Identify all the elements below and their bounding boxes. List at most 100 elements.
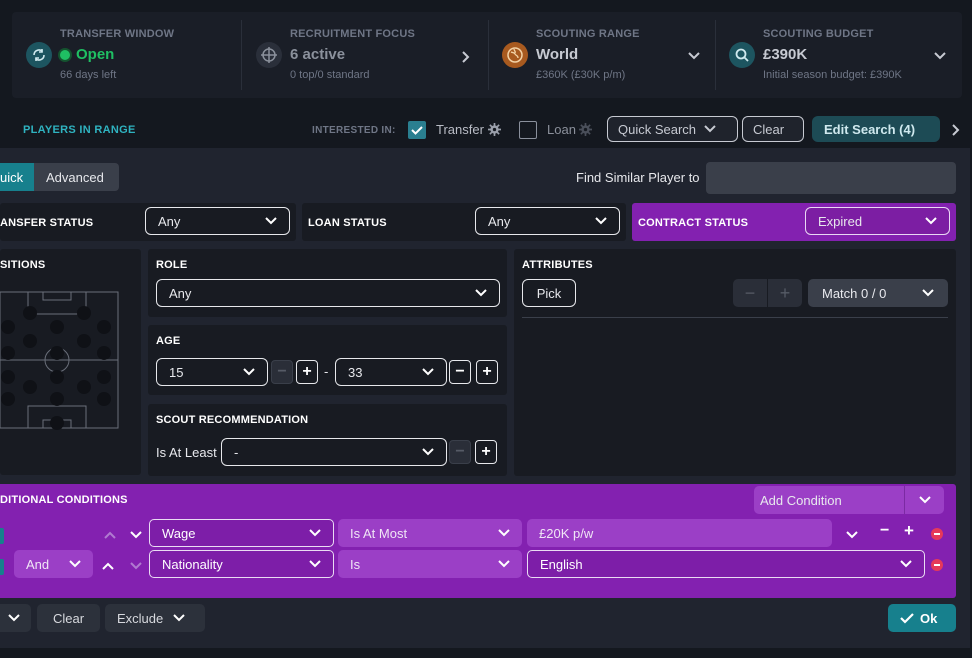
scouting-range-value: World — [536, 46, 579, 63]
transfer-status-select[interactable]: Any — [145, 207, 290, 235]
loan-checkbox-label[interactable]: Loan — [547, 122, 576, 137]
chevron-down-icon — [8, 614, 20, 622]
condition-value-select[interactable]: English — [527, 550, 925, 578]
chevron-down-icon — [704, 125, 716, 133]
condition-field-select[interactable]: Nationality — [149, 550, 334, 578]
quick-search-dropdown[interactable]: Quick Search — [607, 116, 738, 142]
age-min-select[interactable]: 15 — [156, 358, 268, 386]
additional-conditions-box: DITIONAL CONDITIONS Add Condition Wage I… — [0, 484, 956, 598]
move-down-icon[interactable] — [130, 531, 142, 539]
chevron-down-icon — [498, 560, 510, 568]
attributes-decrement-button[interactable]: − — [733, 279, 767, 307]
status-dot-icon — [60, 49, 70, 60]
footer-clear-button[interactable]: Clear — [37, 604, 100, 632]
role-label: ROLE — [156, 259, 188, 271]
age-max-value: 33 — [348, 364, 363, 380]
edit-search-button[interactable]: Edit Search (4) — [812, 116, 940, 142]
attributes-increment-button[interactable]: + — [768, 279, 802, 307]
age-max-decrement-button[interactable]: − — [449, 360, 471, 384]
age-min-decrement-button[interactable]: − — [271, 360, 293, 384]
scout-recommendation-increment-button[interactable]: + — [475, 440, 497, 464]
chevron-right-icon[interactable] — [950, 123, 960, 137]
chevron-down-icon — [309, 560, 321, 568]
remove-condition-icon[interactable] — [931, 528, 943, 540]
scouting-range-card[interactable]: SCOUTING RANGE World £360K (£30K p/m) — [488, 12, 714, 98]
attributes-box: ATTRIBUTES Pick − + Match 0 / 0 — [514, 249, 956, 476]
transfer-window-card[interactable]: TRANSFER WINDOW Open 66 days left — [12, 12, 240, 98]
interested-in-label: INTERESTED IN: — [312, 125, 396, 136]
gear-icon[interactable] — [579, 123, 592, 136]
scout-recommendation-select[interactable]: - — [221, 438, 447, 466]
transfer-window-sub: 66 days left — [60, 69, 117, 81]
condition-join-select[interactable]: And — [14, 550, 93, 578]
recruitment-focus-card[interactable]: RECRUITMENT FOCUS 6 active 0 top/0 stand… — [242, 12, 482, 98]
contract-status-select[interactable]: Expired — [805, 207, 950, 235]
options-dropdown[interactable] — [0, 604, 31, 632]
clear-button[interactable]: Clear — [742, 116, 804, 142]
condition-operator-select[interactable]: Is — [338, 550, 522, 578]
pitch-diagram[interactable] — [0, 291, 120, 431]
check-icon — [900, 613, 914, 624]
age-max-increment-button[interactable]: + — [476, 360, 498, 384]
attributes-pick-label: Pick — [536, 285, 562, 301]
recruitment-focus-sub: 0 top/0 standard — [290, 69, 370, 81]
loan-status-select[interactable]: Any — [475, 207, 620, 235]
tab-quick[interactable]: uick — [0, 163, 34, 191]
condition-decrement-button[interactable]: − — [880, 522, 889, 540]
condition-value-value: English — [540, 556, 583, 572]
players-in-range-title: PLAYERS IN RANGE — [23, 124, 136, 136]
search-toolbar: PLAYERS IN RANGE INTERESTED IN: Transfer… — [12, 112, 972, 148]
age-label: AGE — [156, 335, 181, 347]
attributes-pick-button[interactable]: Pick — [522, 279, 576, 307]
condition-field-value: Nationality — [162, 556, 223, 572]
find-similar-label: Find Similar Player to — [576, 170, 700, 185]
gear-icon[interactable] — [488, 123, 501, 136]
move-down-icon[interactable] — [130, 562, 142, 570]
role-value: Any — [169, 285, 192, 301]
condition-increment-button[interactable]: + — [904, 521, 914, 541]
scouting-budget-card[interactable]: SCOUTING BUDGET £390K Initial season bud… — [715, 12, 962, 98]
chevron-down-icon — [934, 52, 946, 60]
chevron-right-icon — [462, 51, 470, 63]
positions-box: SITIONS — [0, 249, 141, 475]
age-max-select[interactable]: 33 — [335, 358, 447, 386]
move-up-icon[interactable] — [104, 531, 116, 539]
ok-button[interactable]: Ok — [888, 604, 956, 632]
chevron-down-icon — [422, 368, 434, 376]
loan-checkbox[interactable] — [519, 121, 537, 139]
footer-clear-label: Clear — [52, 610, 85, 626]
chevron-down-icon — [900, 560, 912, 568]
condition-value-select[interactable]: £20K p/w — [527, 519, 832, 547]
remove-condition-icon[interactable] — [931, 559, 943, 571]
loan-status-box: LOAN STATUS Any — [302, 203, 626, 241]
age-min-increment-button[interactable]: + — [296, 360, 318, 384]
find-similar-input[interactable] — [706, 162, 956, 194]
scout-recommendation-decrement-button[interactable]: − — [449, 440, 471, 464]
transfer-checkbox[interactable] — [408, 121, 426, 139]
condition-checkbox[interactable] — [0, 528, 4, 544]
chevron-down-icon — [498, 529, 510, 537]
role-select[interactable]: Any — [156, 279, 500, 307]
transfer-checkbox-label[interactable]: Transfer — [436, 122, 484, 137]
move-up-icon[interactable] — [102, 562, 114, 570]
scout-recommendation-box: SCOUT RECOMMENDATION Is At Least - − + — [148, 404, 507, 476]
scout-recommendation-prefix: Is At Least — [156, 445, 217, 460]
additional-conditions-label: DITIONAL CONDITIONS — [0, 494, 128, 506]
chevron-down-icon[interactable] — [846, 531, 858, 539]
chevron-down-icon — [595, 217, 607, 225]
search-icon — [729, 42, 755, 68]
contract-status-label: CONTRACT STATUS — [638, 217, 749, 229]
tab-advanced[interactable]: Advanced — [34, 163, 119, 191]
scout-recommendation-label: SCOUT RECOMMENDATION — [156, 414, 309, 426]
transfer-window-status: Open — [76, 46, 115, 63]
condition-operator-select[interactable]: Is At Most — [338, 519, 522, 547]
scout-recommendation-value: - — [234, 444, 239, 460]
condition-field-select[interactable]: Wage — [149, 519, 334, 547]
add-condition-select[interactable]: Add Condition — [754, 486, 944, 514]
attributes-match-select[interactable]: Match 0 / 0 — [808, 279, 948, 307]
chevron-down-icon — [422, 448, 434, 456]
exclude-dropdown[interactable]: Exclude — [105, 604, 205, 632]
transfer-status-value: Any — [158, 213, 181, 229]
condition-checkbox[interactable] — [0, 559, 4, 575]
transfer-status-label: ANSFER STATUS — [0, 217, 94, 229]
